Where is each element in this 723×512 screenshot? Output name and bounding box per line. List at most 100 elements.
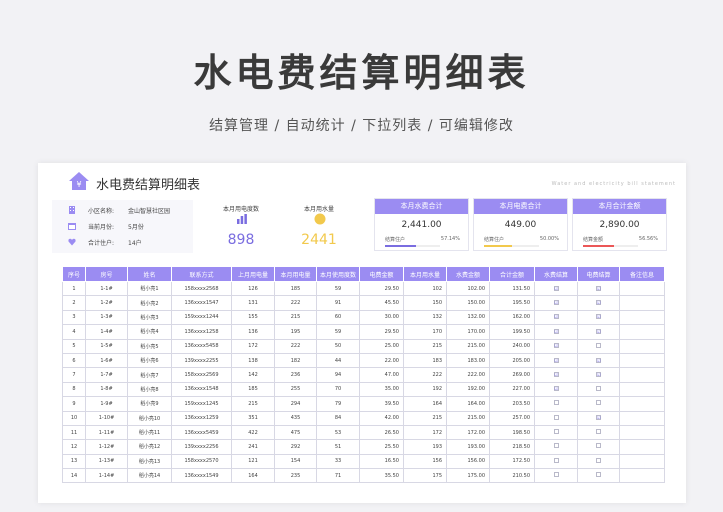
table-cell[interactable]: 1-4# [85, 324, 128, 340]
checked-checkbox[interactable]: ☑ [553, 386, 559, 392]
table-cell[interactable]: 154 [274, 453, 317, 470]
table-cell[interactable]: 182 [274, 352, 317, 369]
table-cell[interactable]: 164 [231, 468, 275, 484]
table-cell[interactable]: 227.00 [489, 381, 535, 398]
table-cell[interactable]: 136xxxx5458 [171, 338, 232, 354]
unchecked-checkbox[interactable] [596, 457, 601, 463]
table-cell[interactable]: 1-5# [85, 338, 128, 354]
table-cell[interactable]: 193.00 [446, 439, 490, 455]
table-cell[interactable]: 121 [231, 453, 275, 470]
table-cell[interactable]: 170.00 [446, 324, 490, 340]
table-cell[interactable] [534, 396, 578, 412]
table-cell[interactable]: 136xxxx5459 [171, 424, 232, 441]
table-cell[interactable]: 175 [403, 468, 447, 484]
table-row[interactable]: 13 1-13# 稻小亮13 158xxxx2570 121 154 33 16.50 156 1… [62, 453, 665, 470]
table-cell[interactable]: 1-1# [85, 280, 128, 297]
table-cell[interactable]: 91 [316, 295, 360, 311]
table-cell[interactable]: 235 [274, 468, 317, 484]
checked-checkbox[interactable]: ☑ [596, 300, 601, 306]
table-cell[interactable]: ☑ [534, 367, 578, 383]
table-cell[interactable]: 222 [274, 295, 317, 311]
table-cell[interactable]: 稻小亮6 [127, 352, 172, 369]
table-cell[interactable]: 33 [316, 453, 360, 470]
table-cell[interactable]: ☑ [577, 410, 620, 426]
table-cell[interactable]: 6 [62, 352, 86, 369]
table-cell[interactable]: 172 [403, 424, 447, 441]
table-cell[interactable]: 稻小亮7 [127, 367, 172, 383]
unchecked-checkbox[interactable] [553, 429, 559, 435]
table-cell[interactable]: 215 [403, 410, 447, 426]
table-cell[interactable] [619, 410, 665, 426]
table-cell[interactable]: 155 [231, 309, 275, 326]
table-cell[interactable]: 11 [62, 424, 86, 441]
table-cell[interactable]: 1-3# [85, 309, 128, 326]
checked-checkbox[interactable]: ☑ [553, 357, 559, 363]
table-cell[interactable] [577, 468, 620, 484]
unchecked-checkbox[interactable] [553, 443, 559, 449]
table-cell[interactable]: 136 [231, 324, 275, 340]
unchecked-checkbox[interactable] [596, 342, 601, 348]
table-cell[interactable]: 59 [316, 280, 360, 297]
checked-checkbox[interactable]: ☑ [553, 343, 559, 349]
table-cell[interactable]: 59 [316, 324, 360, 340]
table-cell[interactable]: ☑ [577, 309, 620, 326]
table-cell[interactable]: 222.00 [446, 367, 490, 383]
table-cell[interactable]: 稻小亮13 [127, 453, 172, 470]
table-cell[interactable]: 60 [316, 309, 360, 326]
column-header[interactable]: 水费金额 [446, 266, 490, 282]
table-cell[interactable]: 183 [403, 352, 447, 369]
table-cell[interactable]: ☑ [577, 367, 620, 383]
table-cell[interactable]: 稻小亮12 [127, 439, 172, 455]
table-cell[interactable]: 12 [62, 439, 86, 455]
table-cell[interactable]: 150.00 [446, 295, 490, 311]
table-cell[interactable]: 45.50 [359, 295, 404, 311]
table-cell[interactable]: 159xxxx1245 [171, 396, 232, 412]
table-row[interactable]: 8 1-8# 稻小亮8 136xxxx1548 185 255 70 35.00 192 192.… [62, 381, 665, 398]
table-cell[interactable] [577, 439, 620, 455]
table-cell[interactable]: ☑ [577, 280, 620, 297]
table-cell[interactable]: 稻小亮14 [127, 468, 172, 484]
table-row[interactable]: 10 1-10# 稻小亮10 136xxxx1259 351 435 84 42.00 215 2… [62, 410, 665, 426]
table-cell[interactable] [619, 424, 665, 441]
table-cell[interactable]: 195.50 [489, 295, 535, 311]
table-cell[interactable] [619, 439, 665, 455]
table-cell[interactable]: 158xxxx2570 [171, 453, 232, 470]
table-cell[interactable] [577, 381, 620, 398]
table-cell[interactable] [619, 280, 665, 297]
table-cell[interactable]: 351 [231, 410, 275, 426]
table-cell[interactable]: 435 [274, 410, 317, 426]
table-cell[interactable]: 255 [274, 381, 317, 398]
table-cell[interactable]: 292 [274, 439, 317, 455]
table-cell[interactable]: 158xxxx2568 [171, 280, 232, 297]
table-cell[interactable] [619, 367, 665, 383]
table-cell[interactable]: 79 [316, 396, 360, 412]
table-cell[interactable]: 35.00 [359, 381, 404, 398]
table-cell[interactable]: 102.00 [446, 280, 490, 297]
table-cell[interactable] [619, 453, 665, 470]
table-cell[interactable]: 稻小亮5 [127, 338, 172, 354]
unchecked-checkbox[interactable] [596, 443, 601, 449]
column-header[interactable]: 序号 [62, 266, 86, 282]
table-cell[interactable]: 稻小亮4 [127, 324, 172, 340]
table-cell[interactable]: 142 [231, 367, 275, 383]
table-cell[interactable]: 70 [316, 381, 360, 398]
table-cell[interactable]: 215 [274, 309, 317, 326]
table-cell[interactable] [619, 309, 665, 326]
table-cell[interactable]: 44 [316, 352, 360, 369]
table-cell[interactable]: 164.00 [446, 396, 490, 412]
table-cell[interactable]: 240.00 [489, 338, 535, 354]
table-row[interactable]: 7 1-7# 稻小亮7 158xxxx2569 142 236 94 47.00 222 222.… [62, 367, 665, 383]
unchecked-checkbox[interactable] [553, 457, 559, 463]
table-cell[interactable]: 132.00 [446, 309, 490, 326]
table-row[interactable]: 9 1-9# 稻小亮9 159xxxx1245 215 294 79 39.50 164 164.… [62, 396, 665, 412]
table-cell[interactable] [619, 295, 665, 311]
table-cell[interactable]: 稻小亮11 [127, 424, 172, 441]
table-cell[interactable]: 7 [62, 367, 86, 383]
checked-checkbox[interactable]: ☑ [553, 300, 559, 306]
table-cell[interactable]: 294 [274, 396, 317, 412]
table-cell[interactable]: 150 [403, 295, 447, 311]
table-cell[interactable]: 136xxxx1259 [171, 410, 232, 426]
unchecked-checkbox[interactable] [596, 429, 601, 435]
table-cell[interactable]: 136xxxx1547 [171, 295, 232, 311]
table-cell[interactable]: 162.00 [489, 309, 535, 326]
